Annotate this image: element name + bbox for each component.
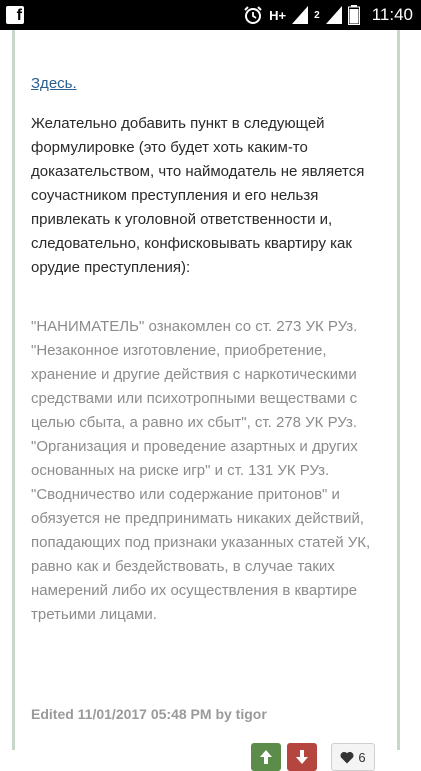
status-bar: f H+ 2 11:40	[0, 0, 421, 30]
facebook-icon: f	[6, 6, 24, 24]
post-paragraph: Желательно добавить пункт в следующей фо…	[31, 115, 365, 276]
like-button[interactable]: 6	[331, 743, 375, 771]
arrow-up-icon	[260, 750, 272, 764]
edited-note: Edited 11/01/2017 05:48 PM by tigor	[31, 706, 267, 722]
heart-icon	[340, 751, 354, 763]
sim2-label: 2	[314, 9, 320, 21]
signal-icon	[325, 5, 342, 25]
downvote-button[interactable]	[287, 743, 317, 771]
quoted-clause: "НАНИМАТЕЛЬ" ознакомлен со ст. 273 УК РУ…	[31, 318, 371, 623]
clock: 11:40	[371, 5, 413, 24]
like-count: 6	[358, 749, 366, 765]
status-icons: H+ 2 11:40	[243, 0, 413, 30]
signal-icon	[292, 5, 309, 25]
upvote-button[interactable]	[251, 743, 281, 771]
alarm-icon	[243, 5, 263, 25]
arrow-down-icon	[296, 750, 308, 764]
here-link[interactable]: Здесь.	[31, 75, 77, 92]
post-card: Здесь. Желательно добавить пункт в следу…	[12, 30, 400, 771]
network-type: H+	[269, 7, 287, 23]
battery-icon	[347, 5, 360, 25]
post-actions: 6	[251, 743, 375, 771]
